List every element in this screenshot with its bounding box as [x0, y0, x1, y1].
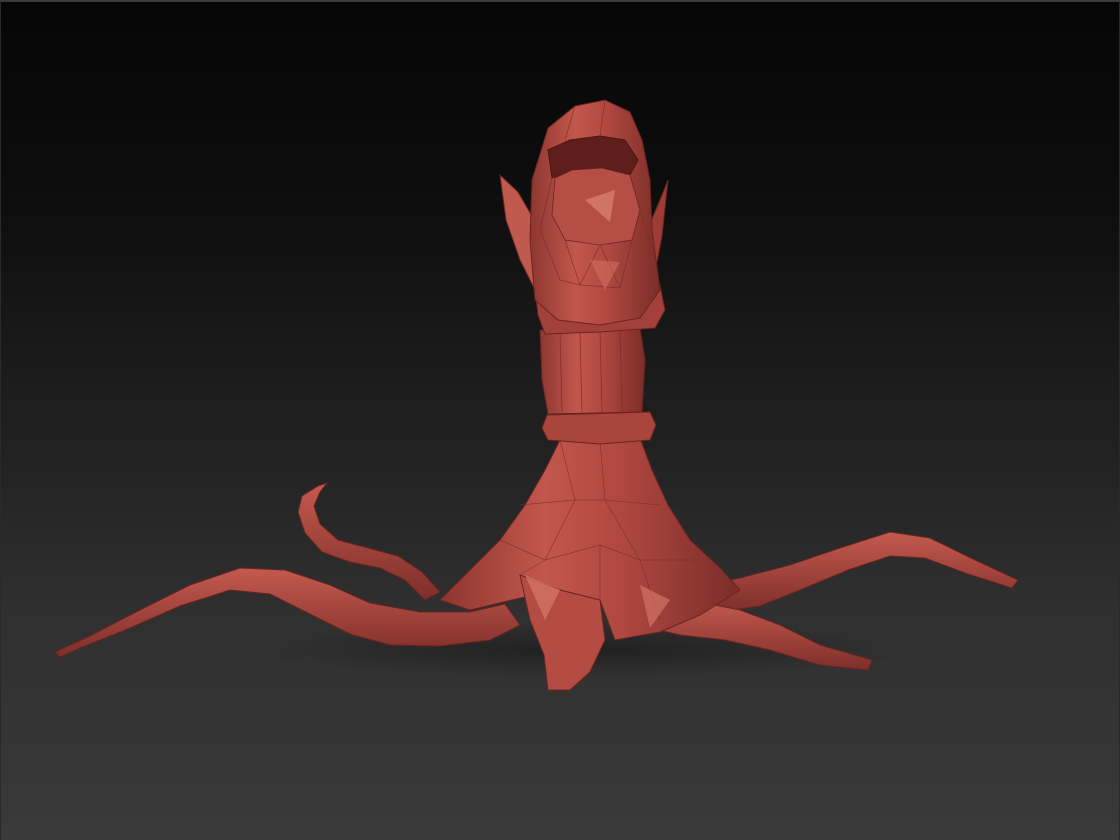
3d-viewport[interactable] — [0, 0, 1120, 840]
collar-ring — [541, 411, 657, 445]
tentacle-right — [689, 531, 1019, 613]
sculpted-model[interactable] — [0, 0, 1120, 840]
neck-column — [539, 327, 646, 415]
